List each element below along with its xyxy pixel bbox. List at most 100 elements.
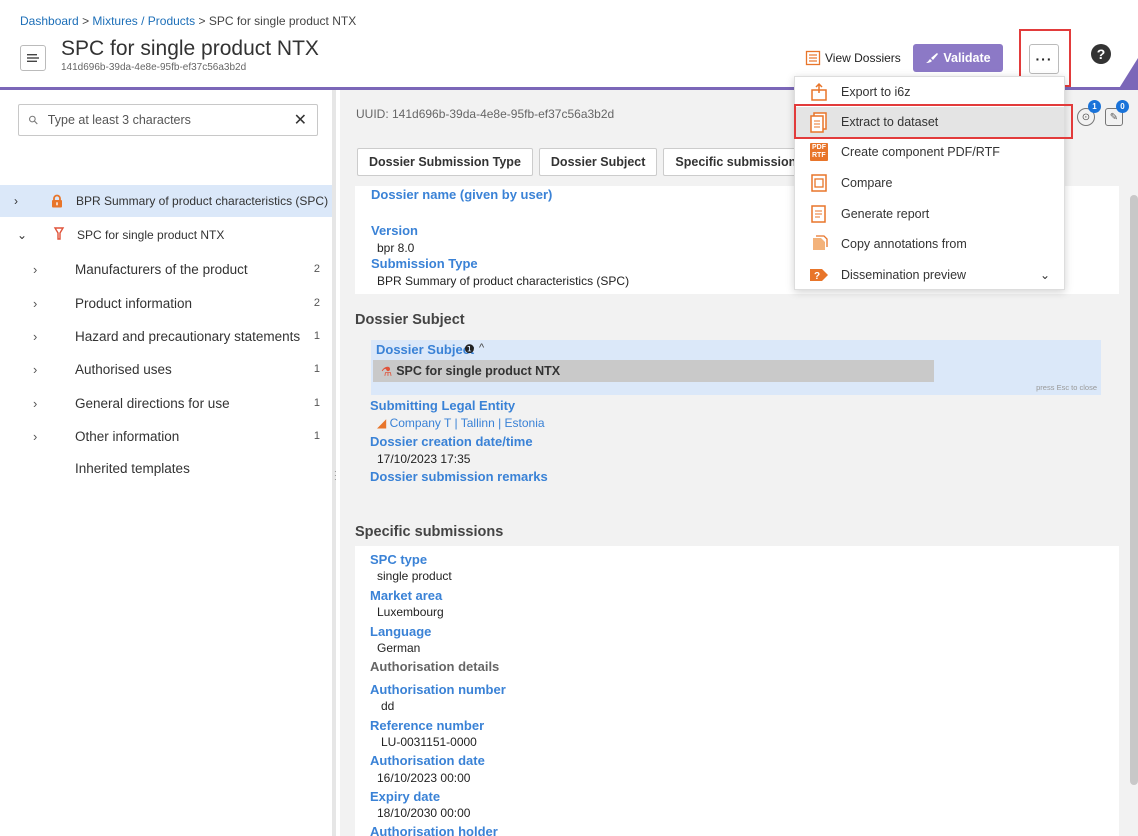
sidebar: ⚲ Type at least 3 characters ✕ › BPR Sum… bbox=[0, 90, 336, 836]
dossier-subject-value: SPC for single product NTX bbox=[396, 364, 561, 378]
authorisation-date-value: 16/10/2023 00:00 bbox=[377, 771, 471, 785]
section-tabs: Dossier Submission Type Dossier Subject … bbox=[357, 148, 816, 176]
tree-item-count: 2 bbox=[313, 297, 320, 309]
search-icon: ⚲ bbox=[25, 111, 42, 129]
tree-item[interactable]: › General directions for use 1 bbox=[0, 391, 332, 415]
authorisation-details-label: Authorisation details bbox=[370, 659, 500, 674]
breadcrumb-dashboard[interactable]: Dashboard bbox=[20, 14, 79, 28]
validate-button[interactable]: Validate bbox=[913, 44, 1003, 72]
reference-number-value: LU-0031151-0000 bbox=[381, 735, 477, 749]
page-title: SPC for single product NTX bbox=[61, 37, 319, 60]
breadcrumb-separator: > bbox=[198, 14, 206, 28]
tree-item-label: Hazard and precautionary statements bbox=[75, 328, 301, 344]
version-label: Version bbox=[371, 223, 418, 238]
tree-item-label: Manufacturers of the product bbox=[75, 261, 248, 277]
breadcrumb-current: SPC for single product NTX bbox=[208, 14, 357, 28]
esc-hint: press Esc to close bbox=[1036, 383, 1097, 392]
search-placeholder: Type at least 3 characters bbox=[47, 113, 191, 127]
tree-item[interactable]: › Hazard and precautionary statements 1 bbox=[0, 324, 332, 348]
chevron-right-icon[interactable]: › bbox=[33, 429, 37, 444]
search-input[interactable]: ⚲ Type at least 3 characters ✕ bbox=[18, 104, 318, 136]
view-dossiers-button[interactable]: View Dossiers bbox=[805, 46, 901, 70]
legal-entity-value[interactable]: ◢ Company T | Tallinn | Estonia bbox=[377, 416, 545, 430]
validate-label: Validate bbox=[943, 51, 991, 65]
legal-entity-label: Submitting Legal Entity bbox=[370, 398, 516, 413]
history-badge: 1 bbox=[1088, 100, 1101, 113]
tree-root-item[interactable]: › BPR Summary of product characteristics… bbox=[0, 185, 332, 217]
tree-item-label: Other information bbox=[75, 428, 180, 444]
tab-dossier-submission-type[interactable]: Dossier Submission Type bbox=[357, 148, 533, 176]
inherited-templates-label: Inherited templates bbox=[75, 460, 190, 476]
dossier-subject-label: Dossier Subject bbox=[376, 342, 475, 357]
tree-item[interactable]: › Authorised uses 1 bbox=[0, 357, 332, 381]
report-icon bbox=[807, 203, 831, 225]
annotation-icon[interactable]: ✎ 0 bbox=[1105, 100, 1129, 126]
export-icon bbox=[807, 81, 831, 103]
menu-item-label: Compare bbox=[841, 176, 893, 190]
authorisation-number-value: dd bbox=[381, 699, 395, 713]
tree-subroot-item[interactable]: ⌄ SPC for single product NTX bbox=[0, 223, 332, 247]
tree-item-count: 1 bbox=[313, 430, 320, 442]
dossier-subject-editor[interactable]: Dossier Subject ❶ ^ ⚗ SPC for single pro… bbox=[371, 340, 1101, 395]
specific-submissions-panel: SPC type single product Market area Luxe… bbox=[355, 546, 1119, 836]
remarks-label: Dossier submission remarks bbox=[370, 469, 548, 484]
menu-icon bbox=[27, 54, 39, 62]
reference-number-label: Reference number bbox=[370, 718, 485, 733]
authorisation-holder-label: Authorisation holder bbox=[370, 824, 498, 836]
breadcrumb-separator: > bbox=[82, 14, 90, 28]
chevron-right-icon[interactable]: › bbox=[33, 262, 37, 277]
dossier-list-icon bbox=[805, 50, 821, 66]
language-label: Language bbox=[370, 624, 432, 639]
chevron-down-icon[interactable]: ⌄ bbox=[1040, 268, 1050, 282]
submission-type-label: Submission Type bbox=[371, 256, 478, 271]
chevron-right-icon[interactable]: › bbox=[33, 396, 37, 411]
tab-dossier-subject[interactable]: Dossier Subject bbox=[538, 148, 658, 176]
menu-item-label: Export to i6z bbox=[841, 85, 911, 99]
expiry-date-value: 18/10/2030 00:00 bbox=[377, 806, 471, 820]
panel-splitter[interactable]: · · · bbox=[334, 468, 338, 484]
breadcrumb: Dashboard > Mixtures / Products > SPC fo… bbox=[20, 14, 356, 28]
chevron-up-icon[interactable]: ^ bbox=[479, 342, 484, 354]
tree-item[interactable]: › Manufacturers of the product 2 bbox=[0, 257, 332, 281]
version-value: bpr 8.0 bbox=[377, 241, 415, 255]
vertical-scrollbar[interactable] bbox=[1130, 195, 1138, 785]
menu-item-copy-annotations[interactable]: Copy annotations from bbox=[795, 229, 1064, 259]
language-value: German bbox=[377, 641, 421, 655]
creation-date-value: 17/10/2023 17:35 bbox=[377, 452, 471, 466]
breadcrumb-mixtures[interactable]: Mixtures / Products bbox=[92, 14, 195, 28]
help-icon[interactable]: ? bbox=[1091, 44, 1111, 64]
tree-item[interactable]: › Other information 1 bbox=[0, 424, 332, 448]
menu-item-generate-report[interactable]: Generate report bbox=[795, 199, 1064, 229]
chevron-right-icon[interactable]: › bbox=[14, 194, 32, 208]
menu-item-export-i6z[interactable]: Export to i6z bbox=[795, 77, 1064, 107]
spc-type-label: SPC type bbox=[370, 552, 428, 567]
history-icon[interactable]: ⊙ 1 bbox=[1077, 100, 1101, 126]
sidebar-toggle-button[interactable] bbox=[20, 45, 46, 71]
spc-type-value: single product bbox=[377, 569, 452, 583]
tree-item-label: Product information bbox=[75, 295, 193, 311]
clear-search-icon[interactable]: ✕ bbox=[294, 110, 307, 130]
tab-specific-submissions[interactable]: Specific submissions bbox=[663, 148, 816, 176]
tree-root-label: BPR Summary of product characteristics (… bbox=[76, 194, 329, 208]
menu-item-compare[interactable]: Compare bbox=[795, 168, 1064, 198]
mixture-icon: ⚗ bbox=[381, 364, 393, 379]
menu-item-create-pdf-rtf[interactable]: PDF RTF Create component PDF/RTF bbox=[795, 137, 1064, 167]
company-icon: ◢ bbox=[377, 416, 387, 430]
expiry-date-label: Expiry date bbox=[370, 789, 441, 804]
chevron-right-icon[interactable]: › bbox=[33, 362, 37, 377]
chevron-right-icon[interactable]: › bbox=[33, 296, 37, 311]
menu-item-dissemination-preview[interactable]: ? Dissemination preview ⌄ bbox=[795, 260, 1064, 290]
tree-item-count: 1 bbox=[313, 397, 320, 409]
uuid-text: UUID: 141d696b-39da-4e8e-95fb-ef37c56a3b… bbox=[356, 107, 615, 121]
tree-item-count: 1 bbox=[313, 330, 320, 342]
extract-dataset-highlight bbox=[794, 104, 1073, 139]
chevron-down-icon[interactable]: ⌄ bbox=[17, 228, 35, 242]
chevron-right-icon[interactable]: › bbox=[33, 329, 37, 344]
tree-item[interactable]: › Product information 2 bbox=[0, 291, 332, 315]
dossier-subject-entry[interactable]: ⚗ SPC for single product NTX bbox=[373, 360, 934, 382]
pdf-rtf-icon: PDF RTF bbox=[807, 141, 831, 163]
inherited-templates-item[interactable]: Inherited templates bbox=[0, 456, 332, 480]
info-icon: ❶ bbox=[464, 342, 475, 356]
page-uuid: 141d696b-39da-4e8e-95fb-ef37c56a3b2d bbox=[61, 62, 247, 73]
dossier-name-label: Dossier name (given by user) bbox=[371, 187, 553, 202]
